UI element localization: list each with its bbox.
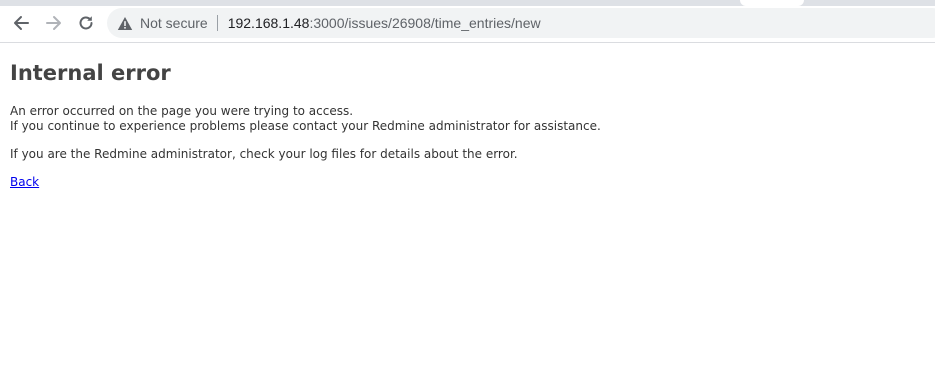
reload-button[interactable] (74, 11, 98, 35)
address-bar[interactable]: Not secure 192.168.1.48 :3000/issues/269… (107, 8, 935, 38)
url-host[interactable]: 192.168.1.48 (228, 15, 310, 31)
url-divider (216, 15, 218, 31)
arrow-right-icon (45, 14, 63, 32)
browser-toolbar: Not secure 192.168.1.48 :3000/issues/269… (0, 0, 935, 43)
url-path[interactable]: :3000/issues/26908/time_entries/new (309, 15, 540, 31)
back-button[interactable] (9, 11, 33, 35)
error-message-line1: An error occurred on the page you were t… (10, 104, 354, 118)
page-content: Internal error An error occurred on the … (0, 43, 935, 190)
warning-triangle-icon[interactable] (117, 16, 133, 31)
security-status-label[interactable]: Not secure (140, 15, 208, 31)
page-title: Internal error (10, 61, 171, 85)
active-tab[interactable] (740, 0, 804, 6)
admin-note: If you are the Redmine administrator, ch… (10, 147, 518, 161)
tab-strip (0, 0, 935, 6)
forward-button[interactable] (42, 11, 66, 35)
arrow-left-icon (12, 14, 30, 32)
reload-icon (77, 14, 95, 32)
back-link[interactable]: Back (10, 175, 39, 190)
error-message-line2: If you continue to experience problems p… (10, 119, 601, 133)
